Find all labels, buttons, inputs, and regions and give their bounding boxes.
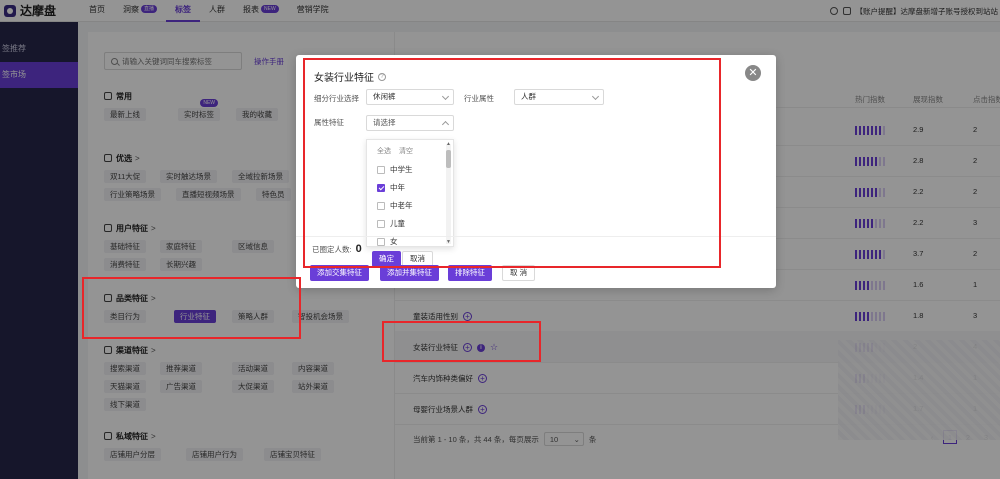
checkbox[interactable] <box>377 183 385 192</box>
checkbox[interactable] <box>377 237 385 246</box>
scroll-up-arrow-icon[interactable]: ▲ <box>446 141 451 147</box>
industry-attr-label: 行业属性 <box>464 94 494 103</box>
select-all-link[interactable]: 全选 <box>377 146 391 156</box>
chevron-down-icon <box>591 92 600 101</box>
modal-title-text: 女装行业特征 <box>314 73 374 84</box>
add-union-button[interactable]: 添加并集特征 <box>380 265 439 281</box>
dropdown-option[interactable]: 中年 <box>377 182 405 193</box>
attr-feature-label: 属性特征 <box>314 118 344 127</box>
add-intersect-button[interactable]: 添加交集特征 <box>310 265 369 281</box>
option-label: 中老年 <box>390 201 413 210</box>
industry-attr-select[interactable]: 人群 <box>514 89 604 105</box>
chevron-up-icon <box>441 120 450 129</box>
dropdown-actions: 全选 清空 <box>377 146 413 156</box>
option-label: 儿童 <box>390 219 405 228</box>
industry-attr-value: 人群 <box>521 92 536 101</box>
option-label: 中学生 <box>390 165 413 174</box>
selected-count: 已圈定人数: 0 <box>312 243 362 255</box>
sub-industry-select[interactable]: 休闲裤 <box>366 89 454 105</box>
modal-title: 女装行业特征 ? <box>314 69 386 84</box>
scrollbar-thumb[interactable] <box>446 150 451 168</box>
attr-feature-select[interactable]: 请选择 <box>366 115 454 131</box>
option-label: 中年 <box>390 183 405 192</box>
attr-feature-dropdown: 全选 清空 中学生中年中老年儿童女 ▲ ▼ <box>366 139 454 247</box>
selected-count-value: 0 <box>355 243 362 255</box>
sub-industry-label: 细分行业选择 <box>314 94 359 103</box>
exclude-button[interactable]: 排除特征 <box>448 265 492 281</box>
dropdown-option[interactable]: 儿童 <box>377 218 405 229</box>
dropdown-option[interactable]: 中学生 <box>377 164 413 175</box>
checkbox[interactable] <box>377 165 385 174</box>
dropdown-option[interactable]: 中老年 <box>377 200 413 211</box>
cancel-button[interactable]: 取 消 <box>502 265 536 281</box>
dropdown-option[interactable]: 女 <box>377 236 398 247</box>
checkbox[interactable] <box>377 219 385 228</box>
feature-modal: 女装行业特征 ? ✕ 细分行业选择 休闲裤 行业属性 人群 属性特征 请选择 全… <box>296 55 776 288</box>
scroll-down-arrow-icon[interactable]: ▼ <box>446 239 451 245</box>
chevron-down-icon <box>441 92 450 101</box>
modal-divider <box>296 236 776 237</box>
checkbox[interactable] <box>377 201 385 210</box>
clear-link[interactable]: 清空 <box>399 146 413 156</box>
attr-feature-placeholder: 请选择 <box>373 118 396 127</box>
selected-count-label: 已圈定人数: <box>312 245 352 254</box>
option-label: 女 <box>390 237 398 246</box>
sub-industry-value: 休闲裤 <box>373 92 396 101</box>
close-icon[interactable]: ✕ <box>745 65 761 81</box>
help-icon[interactable]: ? <box>378 72 386 81</box>
